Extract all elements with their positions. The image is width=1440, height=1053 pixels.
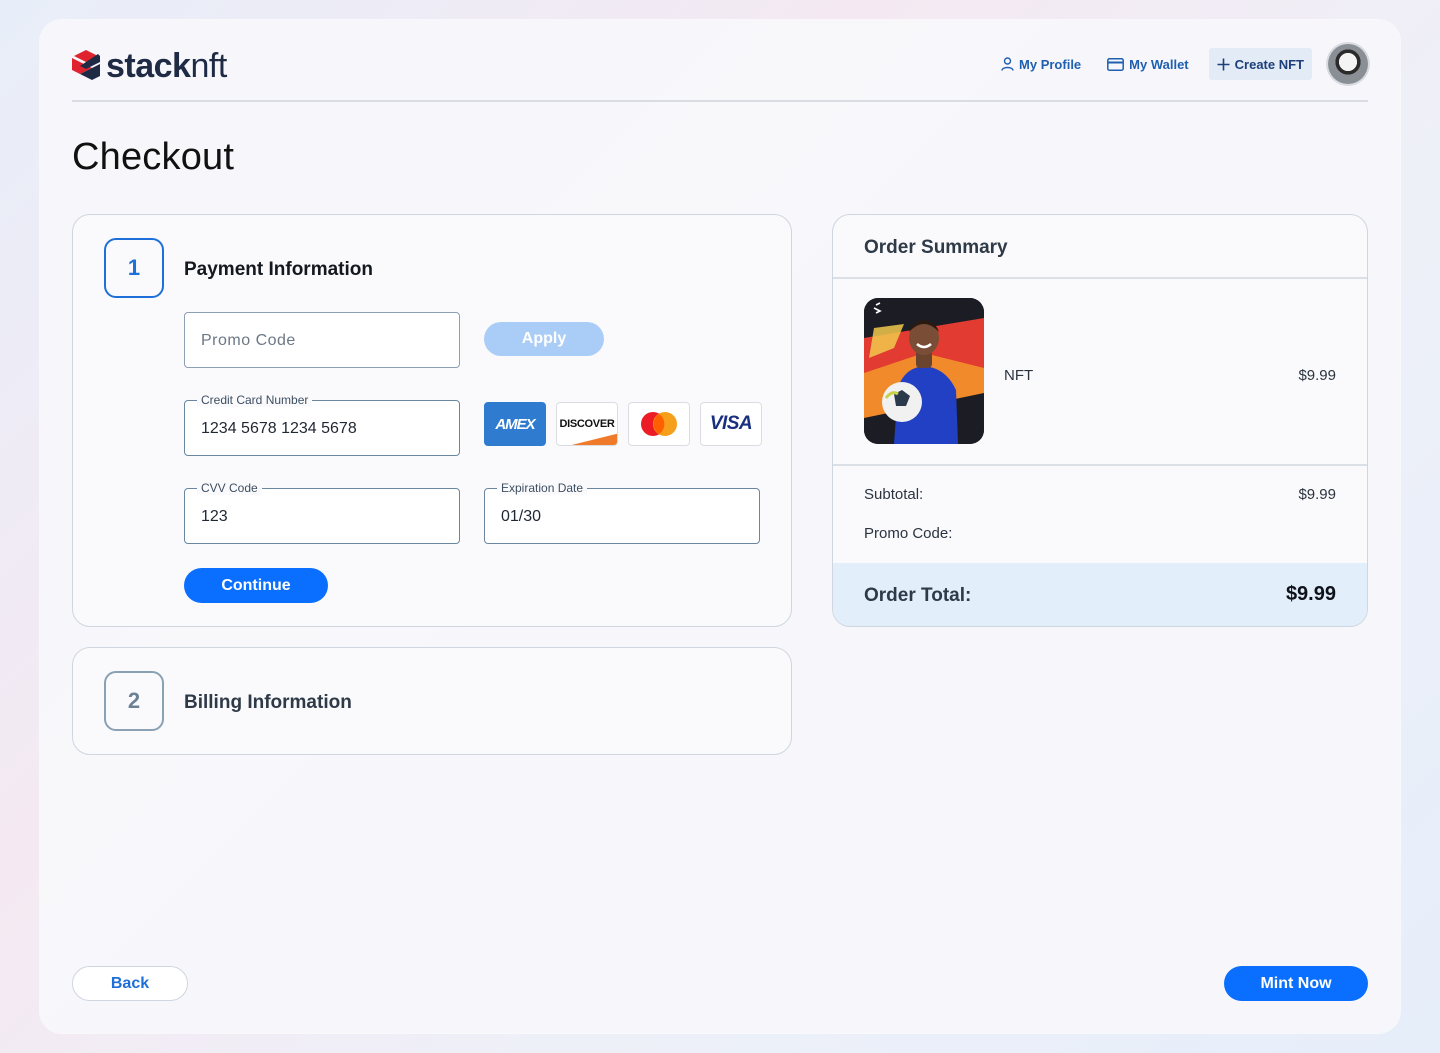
create-nft-button[interactable]: Create NFT <box>1208 48 1312 80</box>
brand-logo[interactable]: stacknft <box>72 46 227 86</box>
continue-button[interactable]: Continue <box>184 568 328 603</box>
promo-code-input[interactable]: Promo Code <box>184 312 460 368</box>
cvv-code-value: 123 <box>201 508 228 525</box>
divider <box>833 464 1367 466</box>
order-total-value: $9.99 <box>1285 583 1336 605</box>
page-title: Checkout <box>72 136 235 178</box>
order-total-row: Order Total: $9.99 <box>833 563 1367 626</box>
user-avatar[interactable] <box>1328 44 1368 84</box>
amex-card-icon: AMEX <box>484 402 546 446</box>
nft-item-name: NFT <box>1004 367 1034 384</box>
payment-information-section: 1 Payment Information Promo Code Apply C… <box>72 214 792 627</box>
subtotal-label: Subtotal: <box>864 486 924 503</box>
credit-card-number-label: Credit Card Number <box>197 393 313 407</box>
order-summary-panel: Order Summary NFT $9.99 Subtotal: $9.99 … <box>832 214 1368 627</box>
visa-card-icon: VISA <box>700 402 762 446</box>
top-header: stacknft My Profile My Wallet Create NFT <box>72 20 1368 102</box>
accepted-cards: AMEX DISCOVER VISA <box>484 402 772 446</box>
step-1-badge: 1 <box>104 238 164 298</box>
cvv-code-field[interactable]: CVV Code 123 <box>184 481 460 544</box>
header-nav: My Profile My Wallet Create NFT <box>975 44 1368 84</box>
credit-card-icon <box>1107 57 1125 71</box>
cvv-code-label: CVV Code <box>197 481 262 495</box>
nav-my-profile-label: My Profile <box>1019 56 1082 72</box>
mint-now-button[interactable]: Mint Now <box>1224 966 1368 1001</box>
create-nft-label: Create NFT <box>1234 56 1304 72</box>
promo-code-summary-label: Promo Code: <box>864 525 953 542</box>
billing-information-title: Billing Information <box>184 692 352 713</box>
back-button[interactable]: Back <box>72 966 188 1001</box>
nav-my-wallet[interactable]: My Wallet <box>1107 56 1189 72</box>
discover-card-icon: DISCOVER <box>556 402 618 446</box>
expiration-date-field[interactable]: Expiration Date 01/30 <box>484 481 760 544</box>
expiration-date-label: Expiration Date <box>497 481 588 495</box>
step-2-badge: 2 <box>104 671 164 731</box>
credit-card-number-field[interactable]: Credit Card Number 1234 5678 1234 5678 <box>184 393 460 456</box>
plus-icon <box>1217 58 1230 70</box>
mastercard-card-icon <box>628 402 690 446</box>
order-summary-title: Order Summary <box>864 237 1008 258</box>
nav-my-wallet-label: My Wallet <box>1129 56 1189 72</box>
subtotal-value: $9.99 <box>1298 486 1336 503</box>
promo-code-placeholder: Promo Code <box>201 332 296 349</box>
divider <box>833 277 1367 279</box>
nft-thumbnail <box>864 298 984 444</box>
nft-item-price: $9.99 <box>1298 367 1336 384</box>
payment-information-title: Payment Information <box>184 259 373 280</box>
credit-card-number-value: 1234 5678 1234 5678 <box>201 420 357 437</box>
order-total-label: Order Total: <box>864 585 972 606</box>
brand-name: stacknft <box>106 46 227 85</box>
checkout-window: stacknft My Profile My Wallet Create NFT… <box>40 20 1400 1033</box>
expiration-date-value: 01/30 <box>501 508 542 525</box>
billing-information-section[interactable]: 2 Billing Information <box>72 647 792 755</box>
nav-my-profile[interactable]: My Profile <box>1001 57 1081 72</box>
stacknft-logo-icon <box>72 50 100 80</box>
nft-artwork <box>864 298 984 444</box>
apply-promo-button[interactable]: Apply <box>484 322 604 356</box>
user-icon <box>1001 57 1014 71</box>
